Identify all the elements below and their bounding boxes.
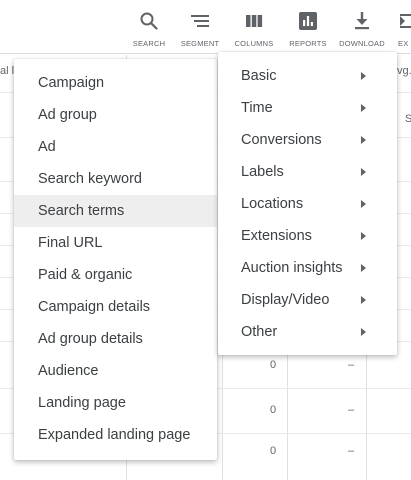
chevron-right-icon	[361, 264, 366, 272]
chevron-right-icon	[361, 200, 366, 208]
column-header-right[interactable]: vg.	[397, 65, 411, 77]
submenu-item-label: Time	[241, 100, 273, 116]
table-cell-dash: –	[348, 359, 355, 371]
segment-menu: Campaign Ad group Ad Search keyword Sear…	[14, 59, 217, 460]
chevron-right-icon	[361, 136, 366, 144]
chevron-right-icon	[361, 168, 366, 176]
submenu-item-conversions[interactable]: Conversions	[218, 124, 397, 156]
menu-item-final-url[interactable]: Final URL	[14, 227, 217, 259]
search-tool[interactable]: SEARCH	[131, 0, 167, 54]
segment-tool[interactable]: SEGMENT	[177, 0, 223, 54]
search-label: SEARCH	[132, 39, 166, 48]
table-cell-value: 0	[270, 445, 277, 457]
menu-item-ad-group-details[interactable]: Ad group details	[14, 323, 217, 355]
menu-item-expanded-landing-page[interactable]: Expanded landing page	[14, 419, 217, 451]
column-header-left[interactable]: al l	[0, 65, 14, 77]
search-icon	[139, 8, 159, 34]
submenu-item-time[interactable]: Time	[218, 92, 397, 124]
download-tool[interactable]: DOWNLOAD	[337, 0, 387, 54]
submenu-item-locations[interactable]: Locations	[218, 188, 397, 220]
reports-icon	[298, 8, 318, 34]
chevron-right-icon	[361, 296, 366, 304]
segment-submenu: Basic Time Conversions Labels Locations …	[218, 52, 397, 355]
chevron-right-icon	[361, 328, 366, 336]
chevron-right-icon	[361, 232, 366, 240]
submenu-item-label: Basic	[241, 68, 277, 84]
download-icon	[352, 8, 372, 34]
submenu-item-other[interactable]: Other	[218, 316, 397, 348]
menu-item-paid-organic[interactable]: Paid & organic	[14, 259, 217, 291]
submenu-item-label: Locations	[241, 196, 304, 212]
table-cell-value: 0	[270, 359, 277, 371]
segment-icon	[190, 8, 210, 34]
menu-item-campaign-details[interactable]: Campaign details	[14, 291, 217, 323]
menu-item-campaign[interactable]: Campaign	[14, 67, 217, 99]
submenu-item-label: Labels	[241, 164, 284, 180]
toolbar: SEARCH SEGMENT COLUMNS REPORTS DOWNLOAD …	[0, 0, 411, 54]
reports-label: REPORTS	[289, 39, 327, 48]
submenu-item-basic[interactable]: Basic	[218, 60, 397, 92]
menu-item-search-keyword[interactable]: Search keyword	[14, 163, 217, 195]
menu-item-audience[interactable]: Audience	[14, 355, 217, 387]
expand-label: EX	[398, 39, 409, 48]
submenu-item-labels[interactable]: Labels	[218, 156, 397, 188]
chevron-right-icon	[361, 104, 366, 112]
segment-label: SEGMENT	[180, 39, 220, 48]
submenu-item-label: Auction insights	[241, 260, 343, 276]
submenu-item-display-video[interactable]: Display/Video	[218, 284, 397, 316]
columns-tool[interactable]: COLUMNS	[231, 0, 277, 54]
side-letter: S	[405, 113, 411, 125]
menu-item-ad-group[interactable]: Ad group	[14, 99, 217, 131]
expand-icon	[398, 8, 411, 34]
chevron-right-icon	[361, 72, 366, 80]
table-cell-dash: –	[348, 404, 355, 416]
table-cell-dash: –	[348, 445, 355, 457]
expand-tool[interactable]: EX	[398, 0, 411, 54]
columns-label: COLUMNS	[234, 39, 274, 48]
submenu-item-label: Conversions	[241, 132, 322, 148]
table-cell-value: 0	[270, 404, 277, 416]
submenu-item-extensions[interactable]: Extensions	[218, 220, 397, 252]
submenu-item-label: Other	[241, 324, 278, 340]
reports-tool[interactable]: REPORTS	[286, 0, 330, 54]
menu-item-ad[interactable]: Ad	[14, 131, 217, 163]
columns-icon	[244, 8, 264, 34]
submenu-item-label: Display/Video	[241, 292, 330, 308]
submenu-item-auction-insights[interactable]: Auction insights	[218, 252, 397, 284]
submenu-item-label: Extensions	[241, 228, 312, 244]
download-label: DOWNLOAD	[339, 39, 385, 48]
menu-item-landing-page[interactable]: Landing page	[14, 387, 217, 419]
menu-item-search-terms[interactable]: Search terms	[14, 195, 217, 227]
